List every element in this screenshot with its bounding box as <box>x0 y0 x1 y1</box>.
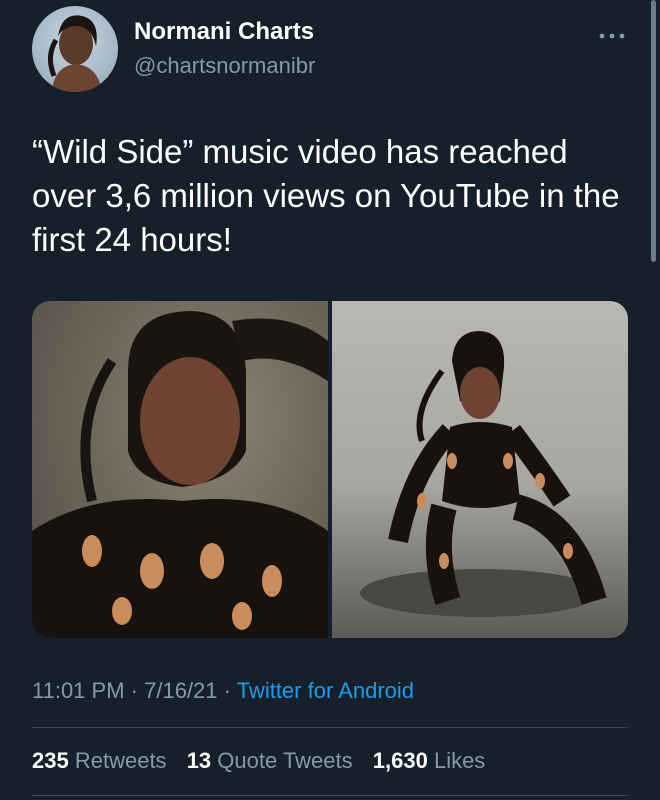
scrollbar[interactable] <box>651 0 656 262</box>
media-photo-portrait[interactable] <box>32 301 328 638</box>
tweet-source-link[interactable]: Twitter for Android <box>237 678 414 703</box>
quote-tweets-count: 13 <box>186 748 212 773</box>
meta-separator: · <box>130 678 138 703</box>
likes-stat[interactable]: 1,630 Likes <box>373 748 486 773</box>
author-handle[interactable]: @chartsnormanibr <box>134 52 315 80</box>
tweet-meta: 11:01 PM · 7/16/21 · Twitter for Android <box>32 676 414 706</box>
photo-portrait-image <box>32 311 328 638</box>
divider <box>32 727 628 728</box>
author-block: Normani Charts @chartsnormanibr <box>134 18 315 80</box>
meta-separator: · <box>223 678 231 703</box>
tweet-text: “Wild Side” music video has reached over… <box>32 133 620 258</box>
tweet-stats: 235 Retweets 13 Quote Tweets 1,630 Likes <box>32 746 499 776</box>
media-photo-full-body[interactable] <box>332 301 628 638</box>
photo-full-body-image <box>360 331 607 617</box>
tweet: Normani Charts @chartsnormanibr “Wild Si… <box>0 0 660 800</box>
more-button[interactable] <box>598 28 626 39</box>
likes-label: Likes <box>433 748 486 773</box>
more-dots-icon <box>599 33 625 39</box>
quote-tweets-stat[interactable]: 13 Quote Tweets <box>187 748 353 773</box>
tweet-date[interactable]: 7/16/21 <box>144 678 217 703</box>
quote-tweets-label: Quote Tweets <box>217 748 353 773</box>
avatar[interactable] <box>32 6 118 92</box>
likes-count: 1,630 <box>372 748 428 773</box>
retweets-count: 235 <box>32 748 69 773</box>
profile-avatar-icon <box>48 15 102 92</box>
tweet-time[interactable]: 11:01 PM <box>32 678 125 703</box>
retweets-stat[interactable]: 235 Retweets <box>32 748 167 773</box>
media-grid <box>32 301 628 638</box>
author-display-name[interactable]: Normani Charts <box>134 18 315 46</box>
retweets-label: Retweets <box>74 748 167 773</box>
divider <box>32 795 628 796</box>
